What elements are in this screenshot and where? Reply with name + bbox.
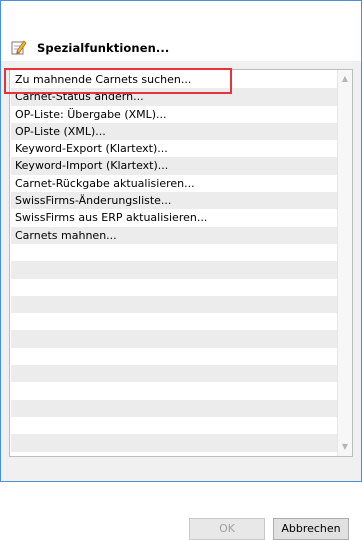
dialog-content: Zu mahnende Carnets suchen... Carnet-Stat…: [1, 61, 361, 540]
empty-list-row: [11, 417, 338, 434]
empty-list-row: [11, 348, 338, 365]
dialog-window: Spezialfunktionen... Zu mahnende Carnets…: [0, 0, 362, 540]
vertical-scrollbar[interactable]: ▲ ▼: [337, 70, 352, 456]
list-item[interactable]: Carnets mahnen...: [11, 226, 338, 244]
dialog-header: Spezialfunktionen...: [1, 1, 361, 61]
empty-list-row: [11, 399, 338, 417]
cancel-button[interactable]: Abbrechen: [273, 518, 349, 540]
list-item[interactable]: Keyword-Export (Klartext)...: [11, 140, 338, 157]
empty-list-row: [11, 313, 338, 330]
list-item[interactable]: OP-Liste (XML)...: [11, 122, 338, 141]
scroll-down-icon[interactable]: ▼: [338, 440, 352, 454]
empty-list-row: [11, 261, 338, 279]
function-list-rows: Zu mahnende Carnets suchen... Carnet-Stat…: [11, 71, 338, 452]
highlight-box: [4, 68, 232, 94]
scroll-up-icon[interactable]: ▲: [338, 72, 352, 86]
list-item[interactable]: SwissFirms-Änderungsliste...: [11, 192, 338, 210]
edit-pencil-icon: [11, 39, 27, 55]
empty-list-row: [11, 295, 338, 314]
empty-list-row: [11, 330, 338, 348]
empty-list-row: [11, 434, 338, 452]
list-item[interactable]: Carnet-Rückgabe aktualisieren...: [11, 175, 338, 192]
list-item[interactable]: SwissFirms aus ERP aktualisieren...: [11, 209, 338, 226]
ok-button[interactable]: OK: [189, 518, 265, 540]
empty-list-row: [11, 382, 338, 399]
list-item[interactable]: OP-Liste: Übergabe (XML)...: [11, 106, 338, 123]
empty-list-row: [11, 365, 338, 383]
empty-list-row: [11, 244, 338, 261]
dialog-title: Spezialfunktionen...: [37, 41, 170, 55]
empty-list-row: [11, 279, 338, 296]
list-item[interactable]: Keyword-Import (Klartext)...: [11, 157, 338, 175]
function-list[interactable]: Zu mahnende Carnets suchen... Carnet-Stat…: [9, 69, 353, 457]
